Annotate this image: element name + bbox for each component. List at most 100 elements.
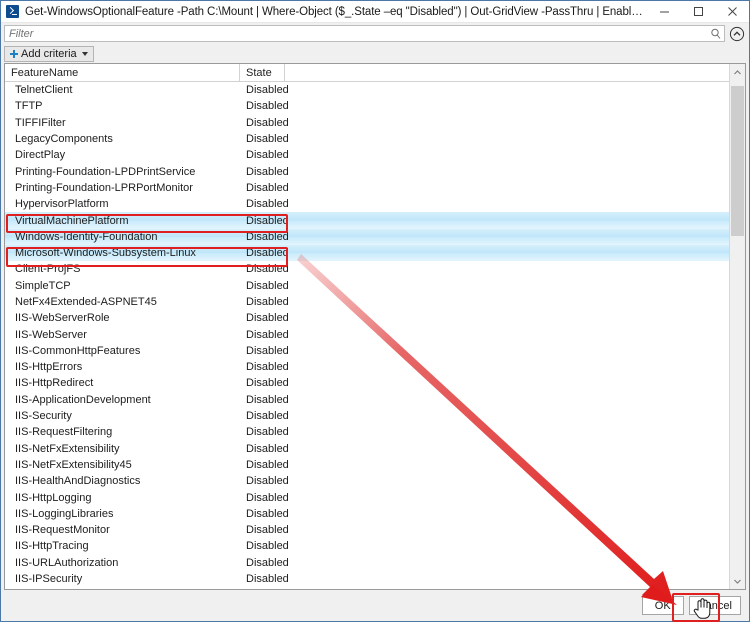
cell-state: Disabled	[246, 116, 289, 129]
table-row[interactable]: TFTP Disabled	[5, 98, 729, 114]
table-row[interactable]: IIS-ApplicationDevelopment Disabled	[5, 392, 729, 408]
criteria-bar: Add criteria	[1, 44, 749, 63]
table-row[interactable]: NetFx4Extended-ASPNET45 Disabled	[5, 294, 729, 310]
table-row[interactable]: IIS-HttpRedirect Disabled	[5, 375, 729, 391]
table-row[interactable]: TIFFIFilter Disabled	[5, 115, 729, 131]
table-row[interactable]: DirectPlay Disabled	[5, 147, 729, 163]
table-row[interactable]: Windows-Identity-Foundation Disabled	[5, 228, 729, 245]
table-row[interactable]: IIS-HttpLogging Disabled	[5, 489, 729, 505]
cell-featurename: LegacyComponents	[15, 133, 113, 146]
scrollbar-track[interactable]	[730, 80, 745, 573]
table-row[interactable]: TelnetClient Disabled	[5, 82, 729, 98]
table-row[interactable]: IIS-IPSecurity Disabled	[5, 571, 729, 587]
table-row[interactable]: IIS-NetFxExtensibility45 Disabled	[5, 457, 729, 473]
window-title: Get-WindowsOptionalFeature -Path C:\Moun…	[25, 5, 647, 18]
cell-state: Disabled	[246, 133, 289, 146]
cell-state: Disabled	[246, 296, 289, 308]
vertical-scrollbar[interactable]	[729, 64, 745, 589]
window-controls	[647, 1, 749, 22]
table-row[interactable]: Printing-Foundation-LPDPrintService Disab…	[5, 163, 729, 179]
cell-featurename: SimpleTCP	[15, 279, 71, 292]
feature-grid: FeatureName State TelnetClient Disabled TF…	[4, 63, 746, 590]
table-row[interactable]: IIS-URLAuthorization Disabled	[5, 555, 729, 571]
table-row[interactable]: IIS-RequestMonitor Disabled	[5, 522, 729, 538]
cell-state: Disabled	[246, 540, 289, 553]
cell-featurename: TIFFIFilter	[15, 116, 66, 129]
grid-rows[interactable]: TelnetClient Disabled TFTP Disabled TIFFIFil…	[5, 82, 729, 589]
cell-featurename: IIS-NetFxExtensibility45	[15, 458, 132, 471]
table-row[interactable]: Microsoft-Windows-Subsystem-Linux Disable…	[5, 244, 729, 262]
cell-featurename: IIS-ApplicationDevelopment	[15, 393, 151, 406]
cell-state: Disabled	[246, 312, 289, 325]
filter-bar	[1, 23, 749, 44]
filter-box[interactable]	[4, 25, 725, 42]
cell-featurename: IIS-CommonHttpFeatures	[15, 344, 141, 357]
cell-featurename: IIS-IPSecurity	[15, 573, 83, 586]
table-row[interactable]: IIS-WebServerRole Disabled	[5, 310, 729, 326]
table-row[interactable]: IIS-RequestFiltering Disabled	[5, 424, 729, 440]
cell-state: Disabled	[246, 84, 289, 97]
table-row[interactable]: Client-ProjFS Disabled	[5, 261, 729, 277]
table-row[interactable]: IIS-HttpTracing Disabled	[5, 538, 729, 554]
cell-featurename: Microsoft-Windows-Subsystem-Linux	[15, 247, 196, 260]
cell-featurename: Printing-Foundation-LPRPortMonitor	[15, 181, 193, 194]
search-input[interactable]	[5, 26, 708, 41]
scroll-up-button[interactable]	[730, 64, 745, 80]
cell-state: Disabled	[246, 181, 289, 194]
column-header-filler	[285, 64, 729, 81]
cell-featurename: IIS-HttpTracing	[15, 540, 89, 553]
cell-state: Disabled	[246, 507, 289, 520]
table-row[interactable]: Printing-Foundation-LPRPortMonitor Disabl…	[5, 180, 729, 196]
cell-featurename: IIS-WebServer	[15, 328, 87, 341]
column-header-featurename[interactable]: FeatureName	[5, 64, 240, 81]
cell-featurename: Windows-Identity-Foundation	[15, 230, 158, 243]
cell-state: Disabled	[246, 361, 289, 374]
cell-featurename: IIS-NetFxExtensibility	[15, 442, 120, 455]
cell-state: Disabled	[246, 100, 289, 113]
cell-featurename: HypervisorPlatform	[15, 198, 109, 211]
cell-state: Disabled	[246, 410, 289, 423]
cell-featurename: Client-ProjFS	[15, 263, 81, 276]
cell-state: Disabled	[246, 149, 289, 162]
table-row[interactable]: IIS-HttpErrors Disabled	[5, 359, 729, 375]
cell-state: Disabled	[246, 524, 289, 537]
table-row[interactable]: IIS-HealthAndDiagnostics Disabled	[5, 473, 729, 489]
cell-state: Disabled	[246, 279, 289, 292]
cell-state: Disabled	[246, 247, 289, 260]
maximize-button[interactable]	[681, 1, 715, 22]
scroll-down-button[interactable]	[730, 573, 745, 589]
cell-featurename: IIS-URLAuthorization	[15, 556, 119, 569]
cell-state: Disabled	[246, 165, 289, 178]
table-row[interactable]: IIS-CommonHttpFeatures Disabled	[5, 343, 729, 359]
cell-state: Disabled	[246, 328, 289, 341]
title-bar: Get-WindowsOptionalFeature -Path C:\Moun…	[1, 1, 749, 23]
cell-featurename: IIS-HttpErrors	[15, 361, 83, 374]
table-row[interactable]: VirtualMachinePlatform Disabled	[5, 212, 729, 229]
cell-state: Disabled	[246, 426, 289, 439]
cancel-button[interactable]: Cancel	[688, 596, 741, 615]
cell-featurename: IIS-RequestMonitor	[15, 524, 110, 537]
cell-state: Disabled	[246, 442, 289, 455]
table-row[interactable]: LegacyComponents Disabled	[5, 131, 729, 147]
table-row[interactable]: IIS-NetFxExtensibility Disabled	[5, 441, 729, 457]
table-row[interactable]: HypervisorPlatform Disabled	[5, 196, 729, 212]
table-row[interactable]: IIS-Security Disabled	[5, 408, 729, 424]
grid-header-row: FeatureName State	[5, 64, 729, 82]
close-button[interactable]	[715, 1, 749, 22]
cell-featurename: IIS-HealthAndDiagnostics	[15, 475, 141, 488]
cell-state: Disabled	[246, 377, 289, 390]
add-criteria-label: Add criteria	[21, 47, 77, 60]
table-row[interactable]: SimpleTCP Disabled	[5, 278, 729, 294]
cell-featurename: IIS-Security	[15, 410, 72, 423]
cell-state: Disabled	[246, 475, 289, 488]
ok-button[interactable]: OK	[641, 596, 684, 615]
dialog-button-bar: OK Cancel	[1, 590, 749, 621]
table-row[interactable]: IIS-LoggingLibraries Disabled	[5, 506, 729, 522]
chevron-up-circle-icon[interactable]	[728, 25, 746, 43]
add-criteria-button[interactable]: Add criteria	[4, 45, 94, 62]
table-row[interactable]: IIS-WebServer Disabled	[5, 326, 729, 342]
minimize-button[interactable]	[647, 1, 681, 22]
column-header-state[interactable]: State	[240, 64, 285, 81]
scrollbar-thumb[interactable]	[731, 86, 744, 236]
cell-state: Disabled	[246, 230, 289, 243]
